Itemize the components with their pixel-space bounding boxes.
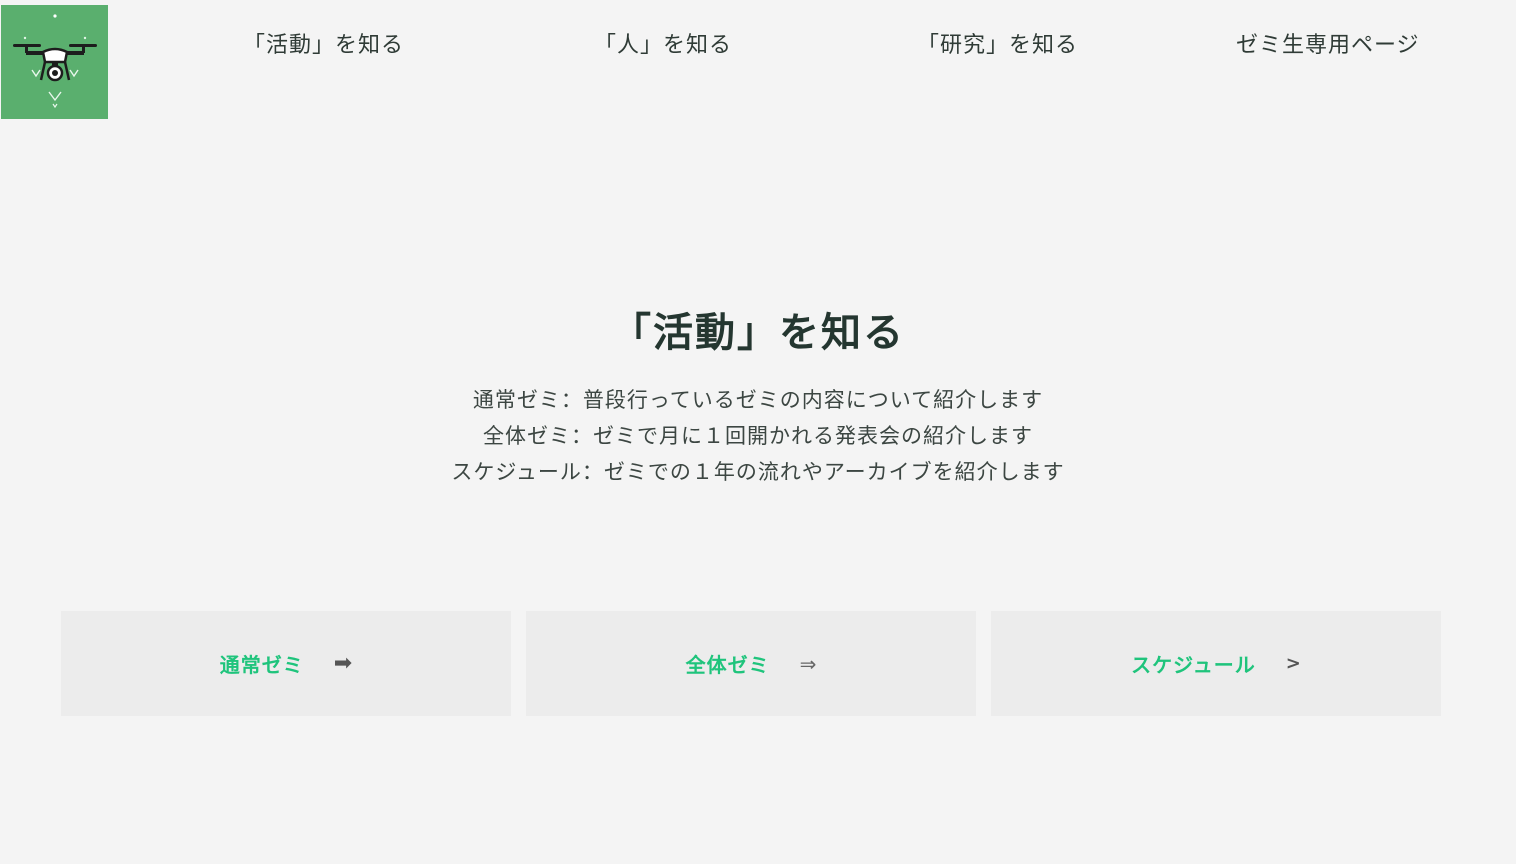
- description-line-schedule: スケジュール：ゼミでの１年の流れやアーカイブを紹介します: [451, 460, 1065, 484]
- page-description: 通常ゼミ：普段行っているゼミの内容について紹介します 全体ゼミ：ゼミで月に１回開…: [0, 382, 1516, 490]
- card-label: 全体ゼミ: [685, 653, 770, 677]
- card-general-seminar[interactable]: 全体ゼミ ⇒: [526, 611, 976, 716]
- arrow-right-icon: ⇒: [799, 651, 817, 676]
- drone-icon: [12, 14, 97, 109]
- card-regular-seminar[interactable]: 通常ゼミ ➡: [61, 611, 511, 716]
- nav-item-activity[interactable]: 「活動」を知る: [243, 28, 404, 64]
- description-line-regular: 通常ゼミ：普段行っているゼミの内容について紹介します: [472, 388, 1044, 412]
- page-title: 「活動」を知る: [611, 309, 905, 356]
- card-label: スケジュール: [1131, 653, 1256, 677]
- arrow-right-icon: ➡: [333, 651, 353, 676]
- description-line-general: 全体ゼミ：ゼミで月に１回開かれる発表会の紹介します: [483, 424, 1033, 448]
- chevron-right-icon: >: [1285, 653, 1301, 674]
- nav-item-people[interactable]: 「人」を知る: [594, 28, 732, 64]
- card-schedule[interactable]: スケジュール >: [991, 611, 1441, 716]
- card-label: 通常ゼミ: [219, 653, 304, 677]
- nav-item-research[interactable]: 「研究」を知る: [917, 28, 1078, 64]
- nav-item-member-page[interactable]: ゼミ生専用ページ: [1236, 28, 1420, 64]
- logo[interactable]: [1, 5, 108, 119]
